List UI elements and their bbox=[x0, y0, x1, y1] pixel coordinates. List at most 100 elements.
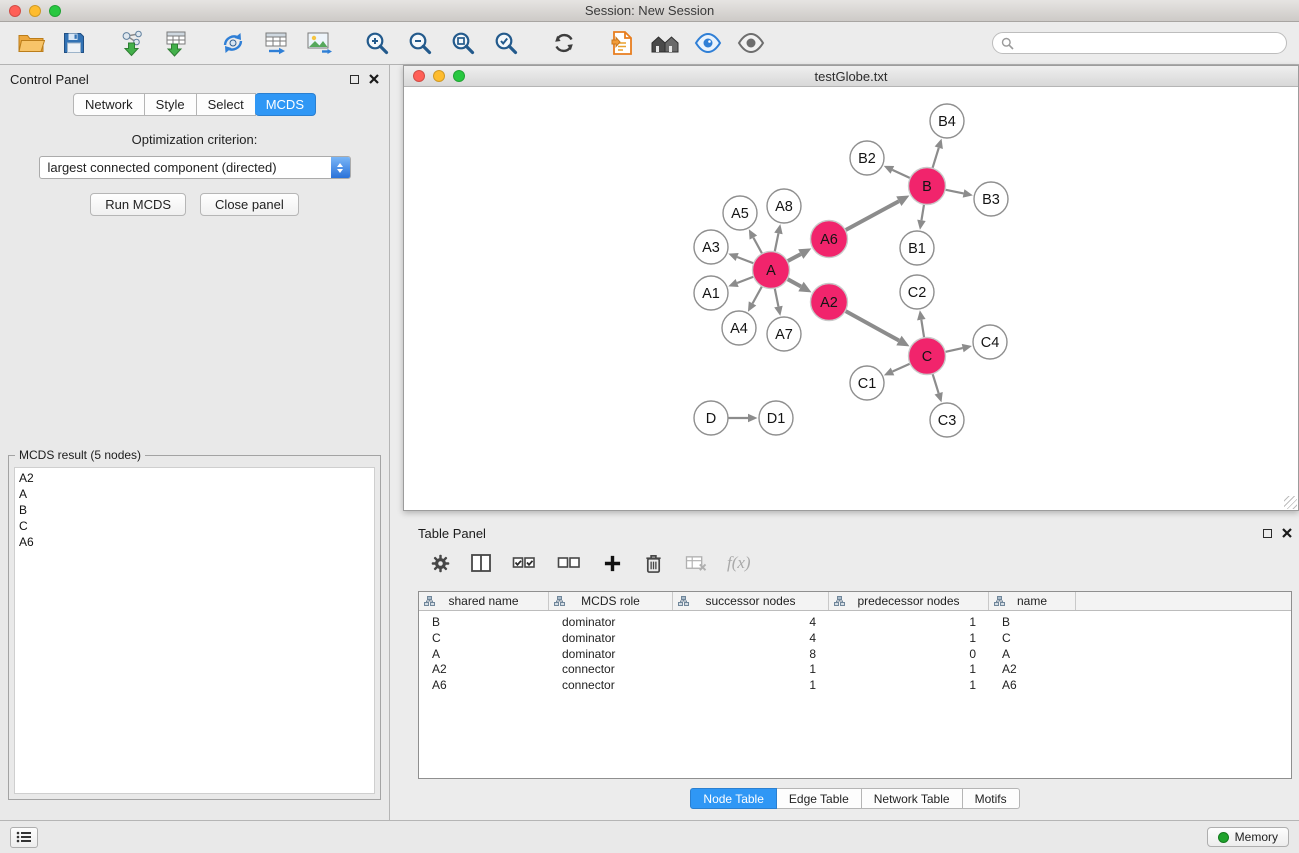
column-header-successor-nodes[interactable]: successor nodes bbox=[673, 592, 829, 610]
tab-motifs[interactable]: Motifs bbox=[963, 788, 1020, 809]
graph-node-A2[interactable]: A2 bbox=[811, 284, 848, 321]
close-panel-icon[interactable] bbox=[369, 74, 379, 84]
import-network-file-button[interactable] bbox=[115, 26, 149, 60]
graph-edge-A-A5[interactable] bbox=[753, 238, 762, 254]
minimize-window-button[interactable] bbox=[29, 5, 41, 17]
graph-node-B2[interactable]: B2 bbox=[850, 141, 884, 175]
graph-node-C4[interactable]: C4 bbox=[973, 325, 1007, 359]
graph-edge-C-C3[interactable] bbox=[933, 374, 939, 394]
zoom-in-button[interactable] bbox=[360, 26, 394, 60]
network-from-selection-button[interactable] bbox=[216, 26, 250, 60]
graph-node-C[interactable]: C bbox=[909, 338, 946, 375]
tab-edge-table[interactable]: Edge Table bbox=[777, 788, 862, 809]
graph-node-C1[interactable]: C1 bbox=[850, 366, 884, 400]
node-table-body[interactable]: Bdominator41BCdominator41CAdominator80AA… bbox=[419, 611, 1291, 778]
import-table-file-button[interactable] bbox=[158, 26, 192, 60]
show-hide-button[interactable] bbox=[734, 26, 768, 60]
graph-edge-C-C1[interactable] bbox=[893, 364, 911, 372]
close-table-panel-icon[interactable] bbox=[1282, 528, 1292, 538]
graph-edge-A2-C[interactable] bbox=[845, 311, 899, 341]
mcds-result-item[interactable]: A2 bbox=[19, 470, 370, 486]
save-session-button[interactable] bbox=[57, 26, 91, 60]
export-image-button[interactable] bbox=[302, 26, 336, 60]
tab-mcds[interactable]: MCDS bbox=[255, 93, 316, 116]
select-all-button[interactable] bbox=[510, 546, 538, 580]
zoom-selected-button[interactable] bbox=[489, 26, 523, 60]
mcds-result-list[interactable]: A2ABCA6 bbox=[14, 467, 375, 794]
column-header-name[interactable]: name bbox=[989, 592, 1076, 610]
mcds-result-item[interactable]: A bbox=[19, 486, 370, 502]
mcds-result-item[interactable]: C bbox=[19, 518, 370, 534]
table-settings-button[interactable] bbox=[428, 546, 452, 580]
column-header-shared-name[interactable]: shared name bbox=[419, 592, 549, 610]
graph-node-A6[interactable]: A6 bbox=[811, 221, 848, 258]
graph-edge-B-B3[interactable] bbox=[945, 190, 963, 194]
table-row[interactable]: A6connector11A6 bbox=[419, 678, 1291, 694]
graph-node-B1[interactable]: B1 bbox=[900, 231, 934, 265]
column-header-MCDS-role[interactable]: MCDS role bbox=[549, 592, 673, 610]
close-panel-button[interactable]: Close panel bbox=[200, 193, 299, 216]
graph-edge-A-A7[interactable] bbox=[775, 288, 779, 306]
tab-node-table[interactable]: Node Table bbox=[690, 788, 777, 809]
network-zoom-button[interactable] bbox=[453, 70, 465, 82]
function-builder-button[interactable]: f(x) bbox=[727, 553, 751, 573]
graph-node-D[interactable]: D bbox=[694, 401, 728, 435]
graph-node-B3[interactable]: B3 bbox=[974, 182, 1008, 216]
resize-handle[interactable] bbox=[1284, 496, 1297, 509]
graph-edge-A-A2[interactable] bbox=[787, 279, 801, 287]
graph-edge-A-A4[interactable] bbox=[753, 286, 763, 303]
memory-button[interactable]: Memory bbox=[1207, 827, 1289, 847]
graph-edge-A-A1[interactable] bbox=[737, 277, 754, 283]
run-mcds-button[interactable]: Run MCDS bbox=[90, 193, 186, 216]
graph-edge-C-C2[interactable] bbox=[921, 320, 924, 338]
graph-edge-B-B2[interactable] bbox=[892, 170, 910, 178]
graph-node-B4[interactable]: B4 bbox=[930, 104, 964, 138]
graph-node-C3[interactable]: C3 bbox=[930, 403, 964, 437]
table-row[interactable]: A2connector11A2 bbox=[419, 662, 1291, 678]
import-document-button[interactable] bbox=[605, 26, 639, 60]
search-input[interactable] bbox=[1019, 36, 1278, 50]
table-row[interactable]: Cdominator41C bbox=[419, 631, 1291, 647]
graph-node-A1[interactable]: A1 bbox=[694, 276, 728, 310]
zoom-out-button[interactable] bbox=[403, 26, 437, 60]
zoom-window-button[interactable] bbox=[49, 5, 61, 17]
show-columns-button[interactable] bbox=[469, 546, 493, 580]
add-column-button[interactable] bbox=[600, 546, 624, 580]
zoom-fit-button[interactable] bbox=[446, 26, 480, 60]
mcds-result-item[interactable]: B bbox=[19, 502, 370, 518]
graph-node-A3[interactable]: A3 bbox=[694, 230, 728, 264]
tab-network[interactable]: Network bbox=[73, 93, 145, 116]
network-close-button[interactable] bbox=[413, 70, 425, 82]
graph-node-A7[interactable]: A7 bbox=[767, 317, 801, 351]
tab-network-table[interactable]: Network Table bbox=[862, 788, 963, 809]
graph-node-A8[interactable]: A8 bbox=[767, 189, 801, 223]
graph-node-D1[interactable]: D1 bbox=[759, 401, 793, 435]
graph-node-A4[interactable]: A4 bbox=[722, 311, 756, 345]
tab-style[interactable]: Style bbox=[145, 93, 197, 116]
float-panel-button[interactable] bbox=[350, 75, 359, 84]
graph-edge-B-B1[interactable] bbox=[921, 204, 924, 220]
delete-column-button[interactable] bbox=[641, 546, 665, 580]
graph-edge-B-B4[interactable] bbox=[932, 148, 938, 169]
graph-edge-A-A3[interactable] bbox=[737, 257, 754, 263]
optimization-select[interactable]: largest connected component (directed) bbox=[39, 156, 351, 179]
style-preview-button[interactable] bbox=[691, 26, 725, 60]
graph-node-B[interactable]: B bbox=[909, 168, 946, 205]
export-table-button[interactable] bbox=[259, 26, 293, 60]
task-history-button[interactable] bbox=[10, 827, 38, 848]
refresh-button[interactable] bbox=[547, 26, 581, 60]
graph-edge-C-C4[interactable] bbox=[945, 348, 963, 352]
mcds-result-item[interactable]: A6 bbox=[19, 534, 370, 550]
column-header-predecessor-nodes[interactable]: predecessor nodes bbox=[829, 592, 989, 610]
search-box[interactable] bbox=[992, 32, 1287, 54]
ndex-home-button[interactable] bbox=[648, 26, 682, 60]
tab-select[interactable]: Select bbox=[197, 93, 256, 116]
graph-edge-A6-B[interactable] bbox=[845, 201, 899, 230]
network-graph[interactable]: B4B2BB3A5A8A6A3B1AA1C2A2A4A7CC4C1C3DD1 bbox=[404, 87, 1292, 510]
graph-edge-A-A6[interactable] bbox=[787, 254, 800, 261]
graph-edge-A-A8[interactable] bbox=[775, 233, 779, 251]
table-row[interactable]: Bdominator41B bbox=[419, 615, 1291, 631]
graph-node-A5[interactable]: A5 bbox=[723, 196, 757, 230]
deselect-all-button[interactable] bbox=[555, 546, 583, 580]
table-row[interactable]: Adominator80A bbox=[419, 647, 1291, 663]
